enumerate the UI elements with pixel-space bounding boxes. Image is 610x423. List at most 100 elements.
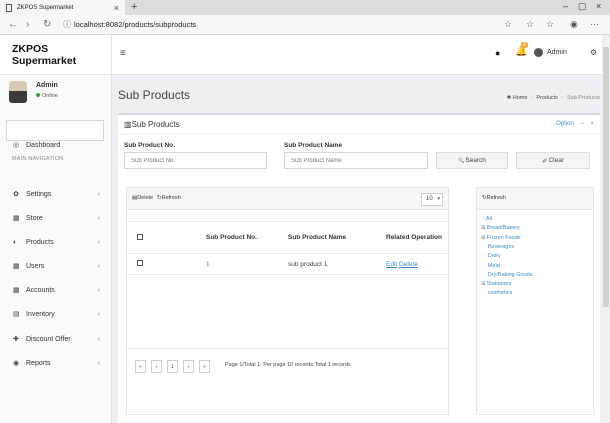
- option-button[interactable]: Option: [556, 121, 574, 127]
- github-icon[interactable]: ●: [495, 48, 500, 58]
- tree-node[interactable]: ·Dairy: [485, 253, 501, 259]
- tree-node[interactable]: ⊞Stationary: [481, 281, 511, 287]
- pagination: « ‹ 1 › » Page 1/Total 1; Per page 10 re…: [127, 348, 448, 388]
- chevron-left-icon: ‹: [97, 335, 100, 343]
- user-avatar-icon[interactable]: [534, 48, 543, 57]
- avatar: [9, 81, 27, 103]
- cell-product-name: sub product 1: [288, 253, 386, 275]
- chevron-left-icon: ‹: [97, 310, 100, 318]
- breadcrumb-separator: ›: [561, 95, 564, 101]
- tree-node[interactable]: ·Beverages: [485, 244, 514, 250]
- more-icon[interactable]: ···: [590, 19, 599, 29]
- sidebar-toggle-icon[interactable]: ≡: [120, 48, 126, 59]
- delete-button[interactable]: ▤Delete: [132, 195, 153, 201]
- table-icon: ▥: [124, 120, 132, 129]
- site-info-icon[interactable]: ⓘ: [63, 19, 71, 30]
- next-page-button[interactable]: ›: [183, 360, 194, 373]
- sidebar-item-label: Users: [26, 262, 45, 270]
- settings-gears-icon[interactable]: ⚙: [590, 48, 597, 57]
- tree-node-label: cosmetics: [487, 290, 513, 297]
- sidebar-item-label: Dashboard: [26, 141, 61, 149]
- collections-icon[interactable]: ☆: [546, 19, 554, 30]
- col-product-no[interactable]: Sub Product No.: [206, 221, 288, 254]
- tree-node[interactable]: ·cosmetics: [485, 290, 512, 296]
- sidebar-item-products[interactable]: ◐ Products ‹: [0, 230, 112, 254]
- tree-refresh-button[interactable]: ↻Refresh: [482, 195, 506, 201]
- product-grid: ▤Delete ↻Refresh 10 ▾ Sub Product No. Sub…: [126, 187, 449, 415]
- tree-expander-icon: ·: [485, 290, 487, 297]
- back-icon[interactable]: ←: [8, 19, 18, 30]
- tree-expander-icon: ·: [485, 262, 487, 269]
- minimize-button[interactable]: –: [563, 1, 568, 11]
- page-size-select[interactable]: 10 ▾: [421, 193, 443, 206]
- chevron-left-icon: ‹: [97, 286, 100, 294]
- tree-node[interactable]: ⊞Frozen Foods: [481, 235, 521, 241]
- sidebar-item-icon: ◎: [13, 142, 20, 149]
- sidebar-item-users[interactable]: ▦ Users ‹: [0, 254, 112, 278]
- sidebar-item-label: Accounts: [26, 286, 55, 294]
- user-menu[interactable]: Admin: [547, 49, 567, 56]
- forward-icon[interactable]: ›: [26, 19, 29, 30]
- col-product-name[interactable]: Sub Product Name: [288, 221, 386, 254]
- reload-icon[interactable]: ↻: [43, 19, 51, 30]
- collapse-icon[interactable]: –: [580, 121, 583, 127]
- tree-node[interactable]: ·Meat: [485, 263, 500, 269]
- current-page-button[interactable]: 1: [167, 360, 178, 373]
- category-tree: ↻Refresh ·All ⊞Bread/Bakery ⊞Frozen Foods ·…: [476, 187, 594, 415]
- tree-node-label: Stationary: [486, 281, 512, 288]
- refresh-label: Refresh: [161, 195, 181, 201]
- breadcrumb-home[interactable]: Home: [513, 95, 528, 101]
- favorites-icon[interactable]: ☆: [526, 19, 534, 30]
- tab-close-icon[interactable]: ×: [114, 3, 119, 13]
- last-page-button[interactable]: »: [199, 360, 210, 373]
- sidebar-item-dashboard[interactable]: ◎ Dashboard: [0, 133, 112, 157]
- tree-node[interactable]: ·Dry/Baking Goods: [485, 272, 532, 278]
- status-dot-icon: [36, 93, 40, 97]
- sidebar-item-store[interactable]: ▦ Store ‹: [0, 206, 112, 230]
- col-related-operation: Related Operation: [386, 221, 448, 254]
- sidebar-item-settings[interactable]: ✿ Settings ‹: [0, 182, 112, 206]
- sidebar-item-inventory[interactable]: ▤ Inventory ‹: [0, 302, 112, 326]
- url-field[interactable]: localhost:8082/products/subproducts: [74, 20, 196, 29]
- browser-tab[interactable]: ZKPOS Supermarket ×: [0, 0, 125, 15]
- maximize-button[interactable]: ▢: [578, 1, 587, 12]
- sidebar-item-discount-offer[interactable]: ✚ Discount Offer ‹: [0, 327, 112, 351]
- page-scrollbar[interactable]: [602, 35, 610, 423]
- product-name-input[interactable]: [284, 152, 428, 169]
- tree-node[interactable]: ⊞Bread/Bakery: [481, 225, 520, 231]
- clear-button[interactable]: ✐ Clear: [516, 152, 590, 169]
- reading-mode-icon[interactable]: ☆: [504, 19, 512, 30]
- tree-expander-icon: ·: [483, 216, 485, 222]
- sidebar-item-reports[interactable]: ◉ Reports ‹: [0, 351, 112, 375]
- chevron-left-icon: ‹: [97, 359, 100, 367]
- new-tab-button[interactable]: +: [131, 0, 137, 15]
- chevron-left-icon: ‹: [97, 238, 100, 246]
- tree-node[interactable]: ·All: [483, 216, 492, 222]
- tree-node-label: All: [485, 216, 492, 222]
- profile-icon[interactable]: ◉: [570, 19, 578, 30]
- product-no-input[interactable]: [124, 152, 267, 169]
- sidebar-item-label: Inventory: [26, 310, 55, 318]
- grid-refresh-button[interactable]: ↻Refresh: [157, 195, 181, 201]
- search-button[interactable]: 🔍 Search: [436, 152, 508, 169]
- page-size-value: 10: [426, 196, 433, 202]
- sidebar-item-icon: ▤: [13, 311, 20, 318]
- edit-link[interactable]: Edit: [386, 261, 397, 268]
- first-page-button[interactable]: «: [135, 360, 146, 373]
- row-checkbox[interactable]: [137, 260, 143, 266]
- sidebar-item-accounts[interactable]: ▦ Accounts ‹: [0, 278, 112, 302]
- prev-page-button[interactable]: ‹: [151, 360, 162, 373]
- tree-node-label: Bread/Bakery: [486, 225, 520, 232]
- tree-node-label: Beverages: [487, 243, 515, 250]
- delete-link[interactable]: Delete: [399, 261, 418, 268]
- close-icon[interactable]: ×: [590, 121, 594, 127]
- window-close-button[interactable]: ×: [596, 1, 601, 11]
- scrollbar-thumb[interactable]: [603, 47, 609, 307]
- sidebar-item-icon: ▦: [13, 215, 20, 222]
- select-all-checkbox[interactable]: [137, 233, 143, 240]
- brand-logo[interactable]: ZKPOS Supermarket: [0, 35, 112, 75]
- delete-label: Delete: [137, 195, 154, 201]
- breadcrumb-products[interactable]: Products: [536, 95, 558, 101]
- pagination-info: Page 1/Total 1; Per page 10 records;Tota…: [225, 362, 351, 368]
- sidebar-item-label: Discount Offer: [26, 335, 71, 343]
